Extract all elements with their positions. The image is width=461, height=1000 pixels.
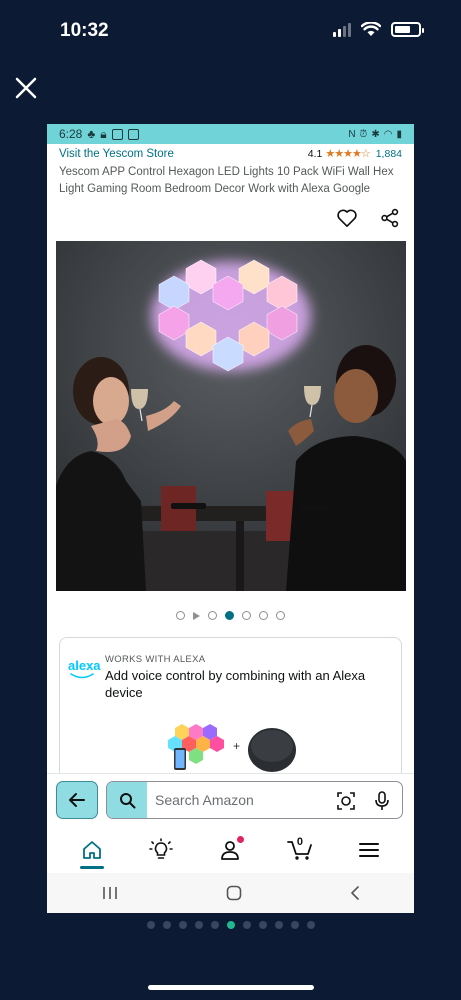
product-title: Yescom APP Control Hexagon LED Lights 10… [59,166,394,195]
lightbulb-icon [149,838,173,859]
android-system-nav [47,873,414,913]
android-status-bar: 6:28 ♣ 🔒︎ N ⏰︎ ✱ ◠ ▮ [47,124,414,144]
pager-dot[interactable] [306,921,315,929]
camera-scan-icon[interactable] [336,791,356,811]
rating[interactable]: 4.1 ★★★★☆ 1,884 [307,147,402,161]
nfc-icon: N [348,128,356,140]
share-icon[interactable] [380,208,400,228]
home-indicator[interactable] [148,985,314,990]
battery-small-icon: ▮ [396,128,402,140]
alexa-device-image: + [168,724,296,772]
carousel-dot[interactable] [176,611,185,620]
screenshot-pager-dots[interactable] [0,921,461,929]
image-icon [111,128,123,140]
pager-dot[interactable] [146,921,155,929]
arrow-left-icon [69,793,85,807]
search-button[interactable] [107,782,147,818]
nav-inspire[interactable] [141,830,181,870]
hamburger-menu-icon [359,843,380,857]
microphone-icon[interactable] [374,791,390,811]
recent-apps-icon[interactable] [101,886,119,900]
signal-icon [333,22,351,37]
alexa-description: Add voice control by combining with an A… [105,668,366,700]
rating-value: 4.1 [307,147,323,160]
back-chevron-icon[interactable] [349,885,361,901]
nav-account[interactable] [210,830,250,870]
alarm-icon: ⏰︎ [359,128,368,140]
carousel-dot[interactable] [208,611,217,620]
carousel-dot[interactable] [276,611,285,620]
star-rating-icon: ★★★★☆ [325,148,370,160]
pager-dot[interactable] [242,921,251,929]
search-icon [119,792,135,808]
store-link[interactable]: Visit the Yescom Store [59,148,174,160]
close-icon[interactable] [12,74,40,102]
nav-menu[interactable] [349,830,389,870]
notification-icon: ♣ [87,127,96,141]
notification-dot [237,836,245,843]
lock-icon: 🔒︎ [100,126,107,141]
review-count[interactable]: 1,884 [376,148,402,160]
wifi-small-icon: ◠ [383,128,393,140]
cart-count: 0 [296,836,303,848]
carousel-dot[interactable] [259,611,268,620]
alexa-smile-icon [70,673,94,679]
active-tab-indicator [79,866,104,869]
wifi-icon [361,22,381,36]
ios-status-bar: 10:32 [0,0,461,62]
battery-icon [391,22,424,37]
pager-dot[interactable] [258,921,267,929]
status-time: 10:32 [60,20,109,41]
bluetooth-icon: ✱ [371,128,380,140]
bottom-navigation: 0 [47,827,414,873]
search-box[interactable] [106,781,403,819]
pager-dot-active[interactable] [226,921,235,929]
heart-icon[interactable] [336,208,358,228]
home-icon [82,841,101,859]
pager-dot[interactable] [178,921,187,929]
carousel-dot-active[interactable] [225,611,234,620]
product-image[interactable] [56,241,406,591]
pager-dot[interactable] [290,921,299,929]
pager-dot[interactable] [274,921,283,929]
phone-screenshot: 6:28 ♣ 🔒︎ N ⏰︎ ✱ ◠ ▮ Visit the Yescom St… [47,124,414,913]
video-play-icon[interactable] [193,611,200,620]
alexa-logo: alexa [68,658,101,673]
nav-home[interactable] [72,830,112,870]
parking-icon [127,128,139,140]
pager-dot[interactable] [194,921,203,929]
image-carousel-dots[interactable] [47,611,414,620]
android-time: 6:28 [59,127,83,141]
works-with-alexa-label: WORKS WITH ALEXA [105,654,206,665]
pager-dot[interactable] [162,921,171,929]
pager-dot[interactable] [210,921,219,929]
search-input[interactable] [155,782,325,818]
works-with-alexa-card[interactable]: alexa WORKS WITH ALEXA Add voice control… [59,637,402,787]
carousel-dot[interactable] [242,611,251,620]
plus-sign: + [233,739,240,753]
search-bar [47,773,414,827]
back-button[interactable] [56,781,98,819]
home-button-icon[interactable] [226,885,242,901]
nav-cart[interactable]: 0 [280,830,320,870]
